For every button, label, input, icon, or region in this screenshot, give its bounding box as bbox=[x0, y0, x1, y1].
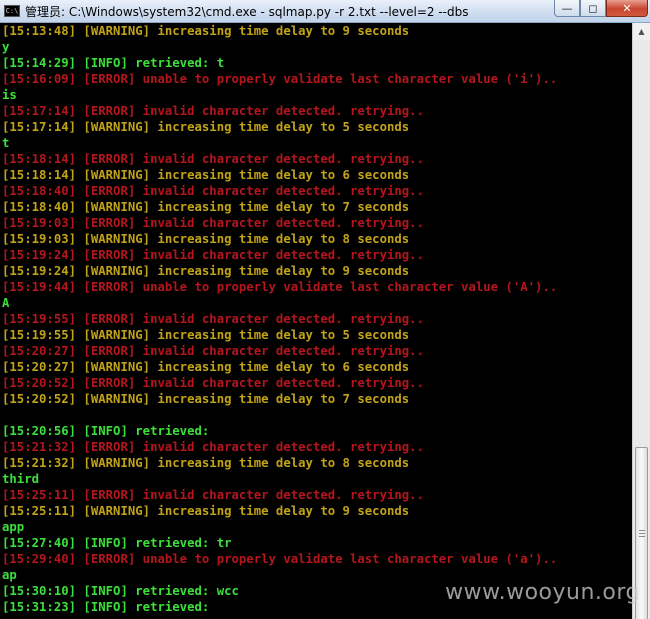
console-line: [15:19:55] [WARNING] increasing time del… bbox=[2, 328, 410, 342]
console-line: [15:19:44] [ERROR] unable to properly va… bbox=[2, 280, 558, 294]
console-line: app bbox=[2, 520, 25, 534]
console-line: [15:18:40] [ERROR] invalid character det… bbox=[2, 184, 424, 198]
console-output[interactable]: [15:13:48] [WARNING] increasing time del… bbox=[0, 23, 632, 619]
console-line: [15:19:24] [ERROR] invalid character det… bbox=[2, 248, 424, 262]
console-line: [15:20:56] [INFO] retrieved: bbox=[2, 424, 210, 438]
console-line: [15:27:40] [INFO] retrieved: tr bbox=[2, 536, 232, 550]
cmd-window: C:\ 管理员: C:\Windows\system32\cmd.exe - s… bbox=[0, 0, 650, 619]
console-line: [15:20:27] [ERROR] invalid character det… bbox=[2, 344, 424, 358]
console-line: [15:20:52] [ERROR] invalid character det… bbox=[2, 376, 424, 390]
console-line: [15:19:24] [WARNING] increasing time del… bbox=[2, 264, 410, 278]
console-line: [15:13:48] [WARNING] increasing time del… bbox=[2, 24, 410, 38]
console-line: [15:19:55] [ERROR] invalid character det… bbox=[2, 312, 424, 326]
console-line: [15:25:11] [ERROR] invalid character det… bbox=[2, 488, 424, 502]
console-line: [15:16:09] [ERROR] unable to properly va… bbox=[2, 72, 558, 86]
console-line: [15:19:03] [WARNING] increasing time del… bbox=[2, 232, 410, 246]
console-line: t bbox=[2, 136, 10, 150]
maximize-icon: ◻ bbox=[588, 1, 598, 15]
vertical-scrollbar[interactable]: ▲ bbox=[632, 23, 650, 619]
console-line: [15:18:14] [ERROR] invalid character det… bbox=[2, 152, 424, 166]
console-line: y bbox=[2, 40, 10, 54]
window-controls: — ◻ ✕ bbox=[554, 0, 648, 18]
close-icon: ✕ bbox=[622, 1, 632, 15]
watermark: www.wooyun.org bbox=[445, 580, 640, 605]
console-line: A bbox=[2, 296, 10, 310]
scroll-up-arrow-icon[interactable]: ▲ bbox=[633, 23, 650, 40]
cmd-icon[interactable]: C:\ bbox=[4, 5, 20, 17]
console-line: [15:20:52] [WARNING] increasing time del… bbox=[2, 392, 410, 406]
minimize-icon: — bbox=[561, 1, 573, 15]
console-line: third bbox=[2, 472, 40, 486]
console-line: [15:19:03] [ERROR] invalid character det… bbox=[2, 216, 424, 230]
console-line: [15:17:14] [WARNING] increasing time del… bbox=[2, 120, 410, 134]
console-line: [15:20:27] [WARNING] increasing time del… bbox=[2, 360, 410, 374]
console-line: [15:21:32] [ERROR] invalid character det… bbox=[2, 440, 424, 454]
console-line: [15:18:40] [WARNING] increasing time del… bbox=[2, 200, 410, 214]
console-line: [15:25:11] [WARNING] increasing time del… bbox=[2, 504, 410, 518]
console-line: [15:21:32] [WARNING] increasing time del… bbox=[2, 456, 410, 470]
console-line: is bbox=[2, 88, 17, 102]
console-line: [15:18:14] [WARNING] increasing time del… bbox=[2, 168, 410, 182]
window-title: 管理员: C:\Windows\system32\cmd.exe - sqlma… bbox=[25, 4, 469, 19]
title-bar[interactable]: C:\ 管理员: C:\Windows\system32\cmd.exe - s… bbox=[0, 0, 650, 23]
minimize-button[interactable]: — bbox=[554, 0, 580, 17]
close-button[interactable]: ✕ bbox=[606, 0, 648, 17]
console-line: [15:29:40] [ERROR] unable to properly va… bbox=[2, 552, 558, 566]
console-line: [15:17:14] [ERROR] invalid character det… bbox=[2, 104, 424, 118]
console-line: [15:14:29] [INFO] retrieved: t bbox=[2, 56, 225, 70]
maximize-button[interactable]: ◻ bbox=[580, 0, 606, 17]
